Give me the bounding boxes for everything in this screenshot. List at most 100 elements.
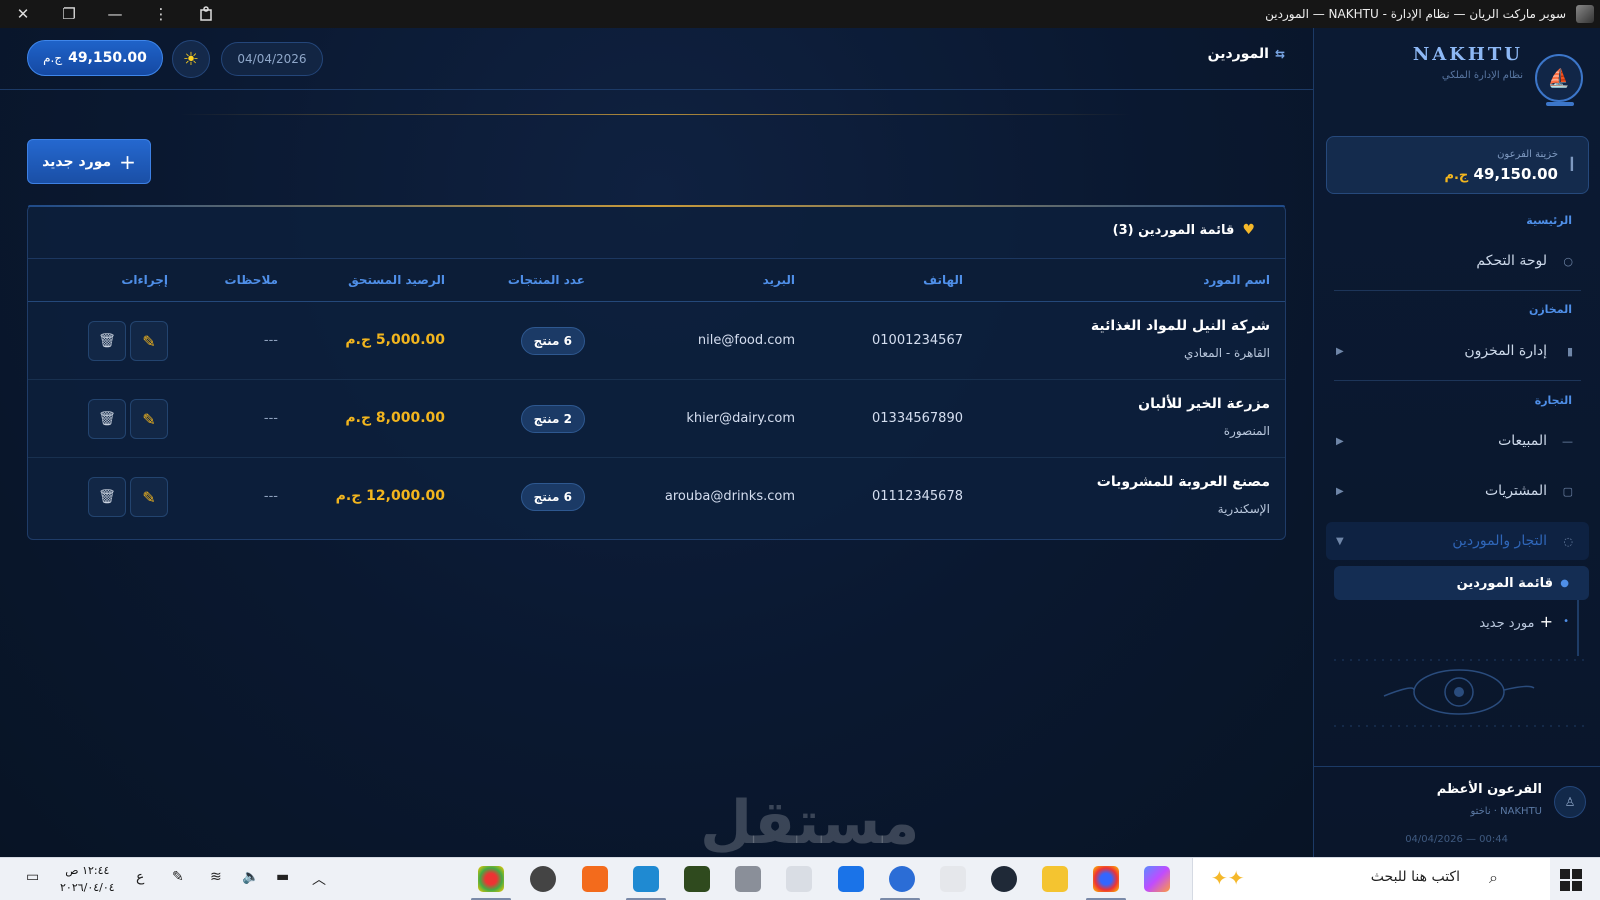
sidebar-item-traders[interactable]: ◌ التجار والموردين ▼ [1326,522,1589,560]
notification-icon[interactable]: ▭ [26,869,39,885]
card-title: ♥ قائمة الموردين (3) [1113,222,1255,238]
sidebar-subitem-label: + مورد جديد [1479,612,1553,631]
treasury-amount: 49,150.00 [1473,165,1558,183]
taskbar-clock[interactable]: ١٢:٤٤ ص ٢٠٢٦/٠٤/٠٤ [60,862,115,896]
chrome-icon[interactable] [478,866,504,892]
battery-icon[interactable]: ▬ [276,869,289,885]
pharaoh-icon: ⛵ [1547,67,1571,89]
clock-time: ١٢:٤٤ ص [65,864,110,877]
supplier-name: مزرعة الخير للألبان [1138,396,1270,412]
terminal-icon[interactable] [786,866,812,892]
sidebar-item-purchases[interactable]: ▢ المشتريات ▶ [1326,472,1589,510]
vscode-icon[interactable] [633,866,659,892]
table-row[interactable]: مزرعة الخير للألبان المنصورة 01334567890… [28,380,1285,458]
xampp-icon[interactable] [582,866,608,892]
pen-icon[interactable]: ✎ [172,869,184,885]
puzzle-icon [200,6,212,21]
edit-button[interactable]: ✎ [130,321,168,361]
sidebar-item-sales[interactable]: — المبيعات ▶ [1326,422,1589,460]
heart-icon: ♥ [1242,222,1255,238]
chrome-icon[interactable] [1093,866,1119,892]
treasury-currency: ج.م [1444,168,1469,183]
divider [1314,766,1600,767]
search-icon: ⌕ [1489,868,1498,887]
balance-value: 49,150.00 [68,50,147,66]
sidebar-item-dashboard[interactable]: ○ لوحة التحكم [1326,242,1589,280]
main-content: 49,150.00 ج.م ☀ 04/04/2026 ⇆ الموردين + … [0,28,1313,858]
app-icon[interactable] [735,866,761,892]
close-icon: ✕ [16,5,30,23]
language-indicator[interactable]: ع [136,869,144,885]
col-products-header[interactable]: عدد المنتجات [508,273,585,287]
logo-underline [1546,102,1574,106]
new-supplier-button[interactable]: + مورد جديد [27,139,151,184]
products-count: 6 منتج [533,334,572,348]
window-title: سوبر ماركت الريان — نظام الإدارة - NAKHT… [1265,7,1566,21]
browser-icon[interactable] [889,866,915,892]
balance-pill[interactable]: 49,150.00 ج.م [27,40,163,76]
top-bar: 49,150.00 ج.م ☀ 04/04/2026 ⇆ الموردين [0,28,1313,90]
menu-button[interactable]: ⋮ [138,0,184,28]
section-stores-label: المخازن [1528,303,1572,316]
settings-icon[interactable] [530,866,556,892]
products-count-badge: 2 منتج [520,405,585,433]
col-phone-header[interactable]: الهاتف [923,273,963,287]
sidebar-subitem-suppliers-list[interactable]: ● قائمة الموردين [1334,566,1589,600]
restore-button[interactable]: ❐ [46,0,92,28]
supplier-name: مصنع العروبة للمشروبات [1096,474,1270,490]
col-actions-header: إجراءات [121,273,168,287]
card-title-text: قائمة الموردين (3) [1112,222,1235,238]
section-separator [1334,290,1581,291]
app-icon[interactable] [684,866,710,892]
supplier-city: الإسكندرية [1217,502,1270,516]
minimize-icon: — [107,5,123,23]
table-row[interactable]: مصنع العروبة للمشروبات الإسكندرية 011123… [28,458,1285,536]
file-explorer-icon[interactable] [1042,866,1068,892]
page-title-text: الموردين [1207,46,1269,62]
theme-toggle-button[interactable]: ☀ [172,40,210,78]
col-email-header[interactable]: البريد [763,273,795,287]
wifi-icon[interactable]: ≋ [210,869,222,885]
windows-start-icon[interactable] [1560,869,1582,891]
app-icon[interactable] [991,866,1017,892]
avatar[interactable]: ♙ [1554,786,1586,818]
user-subtitle: NAKHTU · ناختو [1470,806,1542,817]
delete-button[interactable]: 🗑 [88,477,126,517]
sidebar-item-inventory[interactable]: ▮ إدارة المخزون ▶ [1326,332,1589,370]
col-name-header[interactable]: اسم المورد [1203,273,1270,287]
chevron-left-icon: ▶ [1336,435,1344,447]
copilot-icon[interactable] [1144,866,1170,892]
search-placeholder: اكتب هنا للبحث [1370,869,1460,885]
pencil-icon: ✎ [142,409,156,429]
treasury-icon: ▎ [1570,157,1580,171]
close-button[interactable]: ✕ [0,0,46,28]
supplier-icon: ⇆ [1274,47,1285,61]
media-player-icon[interactable] [838,866,864,892]
edit-button[interactable]: ✎ [130,399,168,439]
minimize-button[interactable]: — [92,0,138,28]
app-icon[interactable] [940,866,966,892]
volume-icon[interactable]: 🔈 [242,869,259,885]
supplier-notes: --- [263,333,278,348]
suppliers-card: ♥ قائمة الموردين (3) اسم المورد الهاتف ا… [27,205,1286,540]
delete-button[interactable]: 🗑 [88,399,126,439]
table-row[interactable]: شركة النيل للمواد الغذائية القاهرة - الم… [28,302,1285,380]
sun-icon: ☀ [182,48,200,70]
delete-button[interactable]: 🗑 [88,321,126,361]
sidebar-subitem-new-supplier[interactable]: • + مورد جديد [1334,604,1589,638]
brand-subtitle: نظام الإدارة الملكي [1441,70,1523,81]
divider [180,114,1130,115]
treasury-card: ▎ خزينة الفرعون 49,150.00 ج.م [1326,136,1589,194]
taskbar-search[interactable]: ⌕ اكتب هنا للبحث ✦✦ [1192,858,1550,900]
chevron-up-icon[interactable]: ︿ [312,869,326,889]
taskbar: ⌕ اكتب هنا للبحث ✦✦ ︿ ▬ 🔈 ≋ ✎ ع ١٢:٤٤ ص … [0,857,1600,900]
supplier-email: nile@food.com [697,333,795,348]
sales-icon: — [1562,434,1573,448]
trash-icon: 🗑 [98,333,116,349]
treasury-label: خزينة الفرعون [1497,149,1558,160]
edit-button[interactable]: ✎ [130,477,168,517]
extension-button[interactable] [184,0,230,28]
col-balance-header[interactable]: الرصيد المستحق [348,273,445,287]
col-notes-header: ملاحظات [224,273,278,287]
trash-icon: 🗑 [98,489,116,505]
